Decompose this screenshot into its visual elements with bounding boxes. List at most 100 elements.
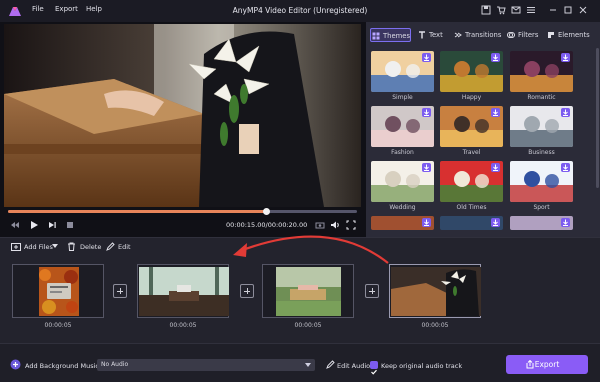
download-icon[interactable] (561, 53, 570, 62)
text-icon (419, 31, 425, 39)
filters-icon (507, 32, 515, 38)
add-music-label: Add Background Music: (25, 362, 102, 370)
download-icon[interactable] (422, 163, 431, 172)
timeline-progress (8, 210, 267, 213)
theme-label: Business (528, 149, 555, 156)
transitions-icon (454, 32, 462, 38)
theme-item-travel[interactable]: Travel (440, 106, 503, 156)
tab-filters-label: Filters (518, 31, 539, 39)
clip-item[interactable] (12, 264, 104, 318)
keep-audio-label: Keep original audio track (381, 362, 463, 370)
download-icon[interactable] (491, 108, 500, 117)
theme-item-partial[interactable] (440, 216, 503, 230)
theme-scrollbar[interactable] (596, 48, 599, 188)
tab-transitions[interactable]: Transitions (453, 28, 501, 42)
clip-thumbnail (391, 267, 481, 316)
download-icon[interactable] (491, 218, 500, 227)
menu-icon[interactable] (526, 5, 536, 15)
save-icon[interactable] (481, 5, 491, 15)
clip-thumbnail (39, 267, 79, 316)
trash-icon (68, 242, 75, 251)
tab-themes[interactable]: Themes (370, 28, 411, 42)
edit-button[interactable]: Edit (118, 243, 131, 251)
chevron-down-icon (305, 363, 311, 367)
clip-thumbnail (276, 267, 341, 316)
close-icon[interactable] (578, 5, 588, 15)
add-transition-button[interactable] (365, 284, 379, 298)
rewind-icon[interactable] (10, 220, 20, 230)
title-bar: File Export Help AnyMP4 Video Editor (Un… (0, 0, 600, 22)
keep-audio-checkbox[interactable] (370, 361, 378, 375)
add-files-button[interactable]: Add Files (24, 243, 53, 251)
download-icon[interactable] (422, 53, 431, 62)
tab-themes-label: Themes (383, 32, 410, 40)
theme-item-sport[interactable]: Sport (510, 161, 573, 211)
clip-item[interactable] (137, 264, 229, 318)
export-button[interactable]: Export (506, 355, 588, 374)
download-icon[interactable] (561, 108, 570, 117)
theme-item-business[interactable]: Business (510, 106, 573, 156)
theme-label: Romantic (527, 94, 556, 101)
audio-select[interactable]: No Audio (97, 359, 315, 371)
cart-icon[interactable] (496, 5, 506, 15)
theme-label: Old Times (456, 204, 487, 211)
audio-select-value: No Audio (101, 361, 129, 368)
themes-icon (372, 32, 380, 40)
theme-item-old-times[interactable]: Old Times (440, 161, 503, 211)
theme-item-simple[interactable]: Simple (371, 51, 434, 101)
chevron-down-icon[interactable] (52, 244, 58, 249)
download-icon[interactable] (422, 218, 431, 227)
theme-label: Sport (533, 204, 550, 211)
download-icon[interactable] (561, 163, 570, 172)
clip-thumbnail (139, 267, 229, 316)
theme-item-romantic[interactable]: Romantic (510, 51, 573, 101)
tab-elements[interactable]: Elements (546, 28, 590, 42)
theme-item-fashion[interactable]: Fashion (371, 106, 434, 156)
tab-text[interactable]: Text (417, 28, 443, 42)
step-forward-icon[interactable] (47, 220, 57, 230)
download-icon[interactable] (491, 53, 500, 62)
theme-label: Simple (392, 94, 413, 101)
theme-label: Wedding (389, 204, 416, 211)
clip-duration: 00:00:05 (421, 322, 449, 329)
checkmark-icon (371, 369, 377, 375)
playback-timeline[interactable] (8, 208, 357, 215)
add-files-icon (11, 243, 21, 251)
elements-icon (548, 32, 554, 38)
export-button-label: Export (534, 360, 560, 369)
tab-filters[interactable]: Filters (506, 28, 538, 42)
edit-audio-icon (326, 360, 335, 369)
theme-label: Travel (462, 149, 481, 156)
edit-audio-button[interactable]: Edit Audio (337, 362, 370, 370)
edit-icon (106, 242, 115, 251)
clip-duration: 00:00:05 (294, 322, 322, 329)
clip-item[interactable] (262, 264, 354, 318)
tab-transitions-label: Transitions (465, 31, 502, 39)
download-icon[interactable] (561, 218, 570, 227)
theme-item-partial[interactable] (510, 216, 573, 230)
add-transition-button[interactable] (113, 284, 127, 298)
play-icon[interactable] (29, 220, 39, 230)
theme-item-wedding[interactable]: Wedding (371, 161, 434, 211)
tab-elements-label: Elements (558, 31, 590, 39)
maximize-icon[interactable] (563, 5, 573, 15)
minimize-icon[interactable] (548, 5, 558, 15)
clip-duration: 00:00:05 (44, 322, 72, 329)
add-transition-button[interactable] (240, 284, 254, 298)
video-preview[interactable] (4, 24, 361, 207)
clip-item-selected[interactable] (389, 264, 481, 318)
feedback-icon[interactable] (511, 5, 521, 15)
funeral-scene-image (4, 24, 361, 207)
download-icon[interactable] (491, 163, 500, 172)
download-icon[interactable] (422, 108, 431, 117)
tab-text-label: Text (429, 31, 443, 39)
theme-item-happy[interactable]: Happy (440, 51, 503, 101)
move-clip-arrow-icon (233, 235, 389, 264)
clip-duration: 00:00:05 (169, 322, 197, 329)
stop-icon[interactable] (65, 220, 75, 230)
effects-tabs: Themes Text Transitions Filters Elements (366, 28, 600, 42)
add-music-icon[interactable] (10, 359, 21, 370)
theme-label: Fashion (391, 149, 414, 156)
export-icon (526, 360, 534, 369)
delete-button[interactable]: Delete (80, 243, 101, 251)
